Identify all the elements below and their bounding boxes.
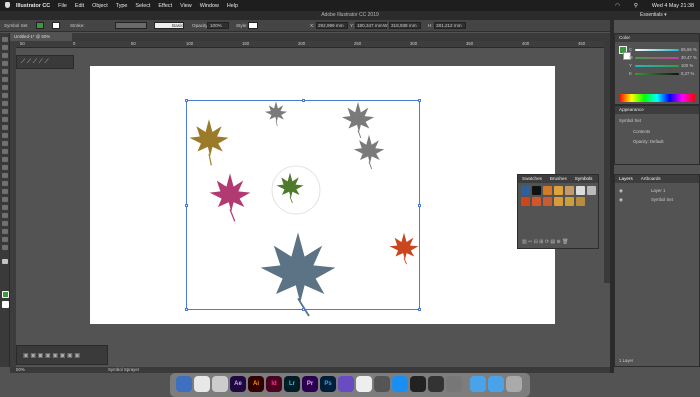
appearance-contents[interactable]: Contents xyxy=(633,129,650,134)
after-effects-icon[interactable]: Ae xyxy=(230,376,246,392)
layers-count: 1 Layer xyxy=(619,358,634,363)
symbol-tool-buttons[interactable]: ▣ ▣ ▣ ▣ ▣ ▣ ▣ ▣ xyxy=(23,352,80,359)
resize-handle[interactable] xyxy=(302,308,305,311)
symbol-swatch[interactable] xyxy=(521,186,530,195)
yellow-slider[interactable] xyxy=(635,65,679,67)
app-icon[interactable] xyxy=(212,376,228,392)
layer-name[interactable]: Layer 1 xyxy=(651,188,665,193)
magenta-slider[interactable] xyxy=(635,57,679,59)
resize-handle[interactable] xyxy=(185,99,188,102)
black-label: K xyxy=(629,71,632,76)
affinity-icon[interactable] xyxy=(338,376,354,392)
cyan-value[interactable]: 65,66 % xyxy=(681,47,697,52)
color-panel-header: Color xyxy=(615,34,699,42)
resize-handle[interactable] xyxy=(185,204,188,207)
cyan-slider[interactable] xyxy=(635,49,679,51)
symbol-swatch[interactable] xyxy=(543,197,552,206)
lightroom-icon[interactable]: Lr xyxy=(284,376,300,392)
photoshop-icon[interactable]: Ps xyxy=(320,376,336,392)
activity-monitor-icon[interactable] xyxy=(428,376,444,392)
sublayer-name[interactable]: Symbol Set xyxy=(651,197,673,202)
symbol-swatch[interactable] xyxy=(554,186,563,195)
symbol-swatch[interactable] xyxy=(576,186,585,195)
color-panel: Color C 65,66 % M 30,47 % Y 100 % K 0,27… xyxy=(614,33,700,105)
tab-brushes[interactable]: Brushes xyxy=(550,175,567,183)
symbol-swatch[interactable] xyxy=(554,197,563,206)
appearance-panel-header: Appearance xyxy=(615,106,699,114)
yellow-label: Y xyxy=(629,63,632,68)
cyan-label: C xyxy=(629,47,633,52)
symbols-panel-footer-icons[interactable]: ▥ ⇨ ⊟ ⊞ ⟳ ▤ ⊕ 🗑 xyxy=(522,239,568,245)
terminal-icon[interactable] xyxy=(410,376,426,392)
color-panel-title[interactable]: Color xyxy=(619,34,630,42)
symbols-panel-tabs: Swatches Brushes Symbols xyxy=(518,175,598,183)
appearance-opacity[interactable]: Opacity: Default xyxy=(633,139,664,144)
magenta-label: M xyxy=(629,55,633,60)
eye-icon[interactable]: ◉ xyxy=(619,197,623,203)
chrome-icon[interactable] xyxy=(194,376,210,392)
symbol-swatch[interactable] xyxy=(576,197,585,206)
tab-swatches[interactable]: Swatches xyxy=(522,175,542,183)
system-preferences-icon[interactable] xyxy=(446,376,462,392)
black-slider[interactable] xyxy=(635,73,679,75)
current-tool[interactable]: Symbol Sprayer xyxy=(108,367,139,373)
symbol-swatch[interactable] xyxy=(532,186,541,195)
tab-artboards[interactable]: Artboards xyxy=(641,175,661,183)
preview-icon[interactable] xyxy=(356,376,372,392)
downloads-folder-icon[interactable] xyxy=(470,376,486,392)
finder-icon[interactable] xyxy=(176,376,192,392)
layers-panel-tabs: Layers Artboards xyxy=(615,175,699,183)
selection-bounding-box[interactable] xyxy=(185,99,421,311)
appearance-panel: Appearance Symbol Set Contents Opacity: … xyxy=(614,105,700,165)
indesign-icon[interactable]: Id xyxy=(266,376,282,392)
symbol-swatch[interactable] xyxy=(565,197,574,206)
app-store-icon[interactable] xyxy=(392,376,408,392)
symbols-panel: Swatches Brushes Symbols ▥ ⇨ ⊟ ⊞ ⟳ ▤ ⊕ 🗑 xyxy=(517,174,599,249)
black-value[interactable]: 0,27 % xyxy=(681,71,694,76)
symbol-swatch[interactable] xyxy=(543,186,552,195)
tab-layers[interactable]: Layers xyxy=(619,175,633,183)
folder-icon[interactable] xyxy=(488,376,504,392)
symbol-swatch[interactable] xyxy=(521,197,530,206)
macos-dock: Ae Ai Id Lr Pr Ps xyxy=(170,373,530,397)
symbol-swatch[interactable] xyxy=(587,186,596,195)
resize-handle[interactable] xyxy=(418,308,421,311)
zoom-level[interactable]: 50% xyxy=(16,367,25,373)
resize-handle[interactable] xyxy=(185,308,188,311)
symbol-swatch[interactable] xyxy=(532,197,541,206)
illustrator-icon[interactable]: Ai xyxy=(248,376,264,392)
notes-icon[interactable] xyxy=(374,376,390,392)
resize-handle[interactable] xyxy=(418,204,421,207)
resize-handle[interactable] xyxy=(302,99,305,102)
color-spectrum[interactable] xyxy=(619,94,695,102)
symbol-tools-panel: ▣ ▣ ▣ ▣ ▣ ▣ ▣ ▣ xyxy=(16,345,108,365)
appearance-panel-title[interactable]: Appearance xyxy=(619,106,644,114)
eye-icon[interactable]: ◉ xyxy=(619,188,623,194)
appearance-object: Symbol Set xyxy=(619,118,641,123)
trash-icon[interactable] xyxy=(506,376,522,392)
layers-panel: Layers Artboards ◉ Layer 1 ◉ Symbol Set … xyxy=(614,174,700,367)
symbol-swatch[interactable] xyxy=(565,186,574,195)
resize-handle[interactable] xyxy=(418,99,421,102)
yellow-value[interactable]: 100 % xyxy=(681,63,693,68)
tab-symbols[interactable]: Symbols xyxy=(575,175,593,183)
premiere-icon[interactable]: Pr xyxy=(302,376,318,392)
magenta-value[interactable]: 30,47 % xyxy=(681,55,697,60)
